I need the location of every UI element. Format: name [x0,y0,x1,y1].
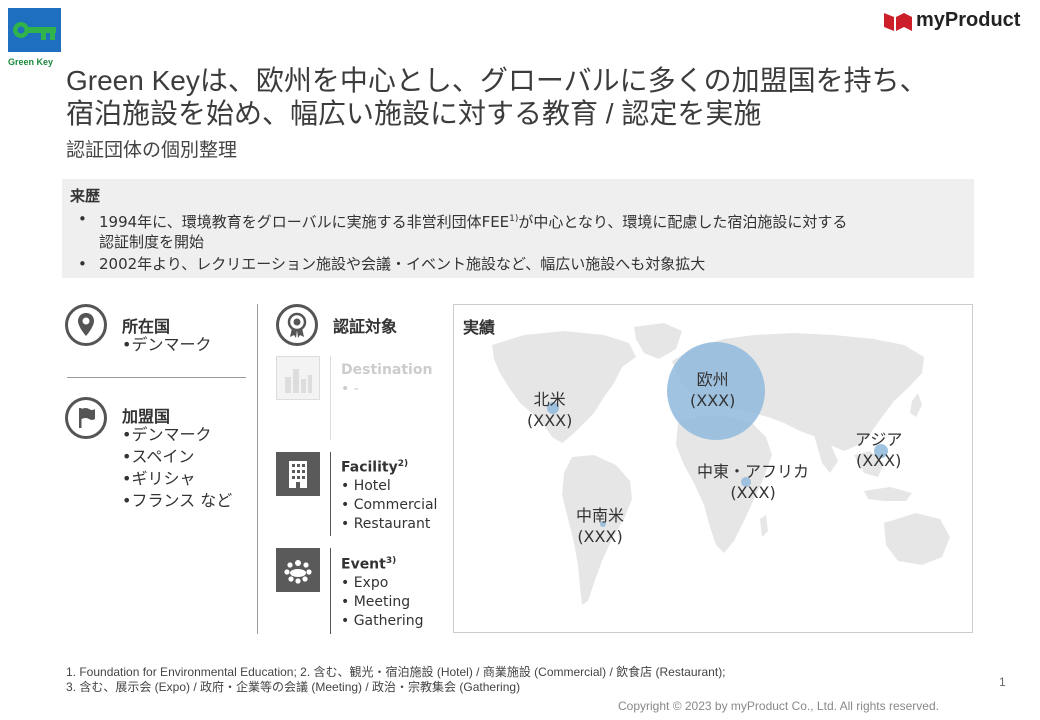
region-value: (XXX) [527,411,573,430]
history-item-text-cont: が中心となり、環境に配慮した宿泊施設に対する [518,213,848,231]
history-box: 来歴 1994年に、環境教育をグローバルに実施する非営利団体FEE1)が中心とな… [62,179,974,278]
results-map: 実績 北米 (XXX) 欧州 (XXX) アジア (XXX) 中東・アフリカ (… [453,304,973,633]
destination-title: Destination [341,362,433,378]
event-footnote: 3) [385,556,397,566]
page-title: Green Keyは、欧州を中心とし、グローバルに多くの加盟国を持ち、 宿泊施設… [66,64,928,130]
region-middle-east-africa: 中東・アフリカ (XXX) [697,461,809,503]
brand-name: myProduct [916,9,1021,31]
brand-logo: myProduct [884,9,1020,32]
member-item: •フランス など [122,491,233,510]
region-name: アジア [855,430,903,449]
region-value: (XXX) [730,483,776,502]
green-key-logo: Green Key [8,8,61,67]
facility-divider [330,452,331,536]
title-line-1: Green Keyは、欧州を中心とし、グローバルに多くの加盟国を持ち、 [66,65,928,96]
history-item-text-cont2: 認証制度を開始 [99,233,205,251]
region-value: (XXX) [690,391,736,410]
facility-item: • Hotel [341,478,391,494]
history-item: 1994年に、環境教育をグローバルに実施する非営利団体FEE1)が中心となり、環… [62,209,847,252]
brand-mark-icon [884,12,912,31]
certification-label: 認証対象 [333,317,398,336]
facility-footnote: 2) [397,459,409,469]
region-name: 中南米 [576,506,625,525]
region-value: (XXX) [577,527,623,546]
award-badge-icon [276,304,318,346]
copyright: Copyright © 2023 by myProduct Co., Ltd. … [618,699,939,713]
divider [67,377,246,378]
facility-title-text: Facility [341,459,398,476]
group-icon [276,548,320,592]
region-value: (XXX) [856,451,902,470]
region-name: 中東・アフリカ [697,462,810,481]
event-item: • Meeting [341,594,411,610]
green-key-caption: Green Key [8,57,54,67]
title-line-2: 宿泊施設を始め、幅広い施設に対する教育 / 認定を実施 [66,98,762,129]
history-heading: 来歴 [70,187,101,205]
location-list: •デンマーク [122,334,211,356]
destination-divider [330,356,331,440]
event-item: • Gathering [341,613,424,629]
facility-title: Facility2) [341,459,408,476]
footnotes: 1. Foundation for Environmental Educatio… [66,665,726,695]
region-north-america: 北米 (XXX) [527,389,572,431]
member-item: •デンマーク [122,425,212,444]
member-item: •ギリシャ [122,469,196,488]
region-europe: 欧州 (XXX) [690,369,735,411]
building-icon [276,452,320,496]
history-item-text: 2002年より、レクリエーション施設や会議・イベント施設など、幅広い施設へも対象… [99,255,706,273]
destination-item: • - [341,381,359,397]
event-list: • Expo • Meeting • Gathering [341,574,424,631]
location-pin-icon [65,304,107,346]
event-divider [330,548,331,634]
footnote-line: 1. Foundation for Environmental Educatio… [66,665,726,679]
members-list: •デンマーク •スペイン •ギリシャ •フランス など [122,424,232,512]
event-title-text: Event [341,556,386,573]
facility-list: • Hotel • Commercial • Restaurant [341,477,437,534]
facility-item: • Restaurant [341,516,431,532]
flag-icon [65,397,107,439]
results-label: 実績 [463,318,496,337]
location-item: •デンマーク [122,335,212,354]
region-latin-america: 中南米 (XXX) [576,505,624,547]
region-name: 欧州 [696,370,729,389]
page-number: 1 [999,675,1006,689]
history-list: 1994年に、環境教育をグローバルに実施する非営利団体FEE1)が中心となり、環… [62,209,847,276]
page-subtitle: 認証団体の個別整理 [66,139,238,161]
footnote-line: 3. 含む、展示会 (Expo) / 政府・企業等の会議 (Meeting) /… [66,680,521,694]
event-item: • Expo [341,575,389,591]
event-title: Event3) [341,556,396,573]
region-name: 北米 [533,390,566,409]
history-item: 2002年より、レクリエーション施設や会議・イベント施設など、幅広い施設へも対象… [62,254,847,274]
green-key-logo-icon [8,8,61,52]
facility-item: • Commercial [341,497,438,513]
history-item-text: 1994年に、環境教育をグローバルに実施する非営利団体FEE [99,213,510,231]
region-asia: アジア (XXX) [855,429,902,471]
column-divider [257,304,258,634]
city-icon [276,356,320,400]
member-item: •スペイン [122,447,195,466]
